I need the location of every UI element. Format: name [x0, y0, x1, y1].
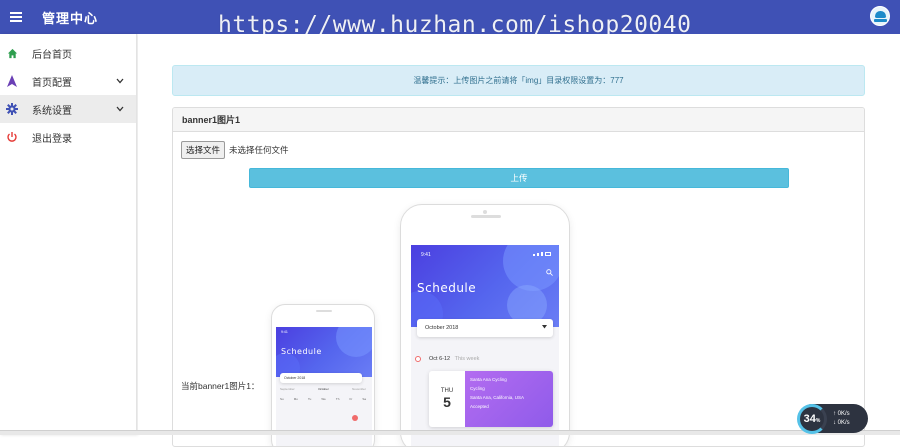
- sidebar: 后台首页 首页配置 系统设置 退出登录: [0, 34, 137, 435]
- banner-preview-phone-large: 9:41 Schedule October 2018 Oct 6-12 This…: [400, 204, 570, 446]
- hamburger-icon[interactable]: [10, 12, 22, 22]
- triangle-icon: [6, 75, 18, 87]
- main-content: 温馨提示：上传图片之前请将「img」目录权限设置为：777 banner1图片1…: [138, 34, 900, 447]
- weekday: Sa: [362, 397, 366, 401]
- download-speed: ↓ 0K/s: [833, 419, 850, 426]
- event-date: 5: [443, 394, 451, 410]
- cpu-percent: 34: [803, 412, 816, 425]
- cpu-unit: %: [815, 417, 821, 424]
- banner-panel: banner1图片1 选择文件 未选择任何文件 上传 当前banner1图片1：…: [172, 107, 865, 447]
- weekday: Su: [280, 397, 284, 401]
- file-status: 未选择任何文件: [229, 145, 289, 155]
- banner-preview-phone-small: 9:41 Schedule October 2018 September Oct…: [271, 304, 375, 446]
- download-speed-value: 0K/s: [837, 419, 850, 426]
- top-bar: 管理中心 https://www.huzhan.com/ishop20040: [0, 0, 900, 38]
- taskbar: [0, 430, 900, 435]
- search-icon: [546, 263, 553, 281]
- nav-next: November: [352, 387, 366, 391]
- sidebar-item-label: 退出登录: [32, 133, 72, 145]
- status-time: 9:41: [421, 252, 431, 258]
- weekday: Fr: [349, 397, 353, 401]
- chevron-down-icon: [116, 76, 124, 87]
- choose-file-button[interactable]: 选择文件: [181, 141, 226, 159]
- event-location: Santa Ana, California, USA: [470, 395, 525, 400]
- month-select: October 2018: [280, 373, 362, 383]
- sidebar-item-label: 首页配置: [32, 77, 72, 89]
- upload-button[interactable]: 上传: [249, 168, 789, 188]
- power-icon: [6, 131, 18, 143]
- schedule-title: Schedule: [281, 347, 322, 356]
- status-time: 9:41: [281, 330, 288, 334]
- performance-widget[interactable]: 34% ↑ 0K/s ↓ 0K/s: [797, 403, 868, 434]
- weekday: Th: [335, 397, 340, 401]
- file-picker: 选择文件 未选择任何文件: [181, 141, 289, 159]
- sidebar-item-home[interactable]: 后台首页: [0, 39, 136, 67]
- sidebar-item-logout[interactable]: 退出登录: [0, 123, 136, 151]
- weekday: We: [321, 397, 326, 401]
- event-status: Accepted: [470, 404, 489, 409]
- cpu-gauge: 34%: [797, 403, 827, 434]
- info-alert: 温馨提示：上传图片之前请将「img」目录权限设置为：777: [172, 65, 865, 96]
- week-note: This week: [454, 356, 480, 362]
- nav-prev: September: [280, 387, 295, 391]
- event-type: Cycling: [470, 386, 485, 391]
- gear-icon: [6, 103, 18, 115]
- upload-speed-value: 0K/s: [837, 410, 850, 417]
- caret-down-icon: [542, 325, 547, 331]
- sidebar-item-label: 系统设置: [32, 105, 72, 117]
- sidebar-item-system-settings[interactable]: 系统设置: [0, 95, 136, 123]
- home-icon: [6, 47, 18, 59]
- event-card: THU 5 Santa Ana Cycling Cycling Santa An…: [429, 371, 553, 427]
- nav-current: October: [318, 387, 329, 391]
- upload-speed: ↑ 0K/s: [833, 410, 850, 417]
- event-title: Santa Ana Cycling: [470, 377, 507, 382]
- sidebar-item-label: 后台首页: [32, 49, 72, 61]
- week-range: Oct 6-12: [429, 356, 451, 362]
- weekday: Tu: [307, 397, 312, 401]
- panel-title: banner1图片1: [173, 108, 864, 132]
- sidebar-item-homepage-config[interactable]: 首页配置: [0, 67, 136, 95]
- weekday: Mo: [293, 397, 298, 401]
- chevron-down-icon: [116, 104, 124, 115]
- app-title: 管理中心: [42, 10, 99, 26]
- schedule-title: Schedule: [417, 281, 477, 295]
- user-avatar-icon[interactable]: [870, 6, 890, 26]
- month-value: October 2018: [425, 325, 459, 331]
- current-image-label: 当前banner1图片1：: [181, 381, 260, 391]
- month-select: October 2018: [417, 319, 553, 337]
